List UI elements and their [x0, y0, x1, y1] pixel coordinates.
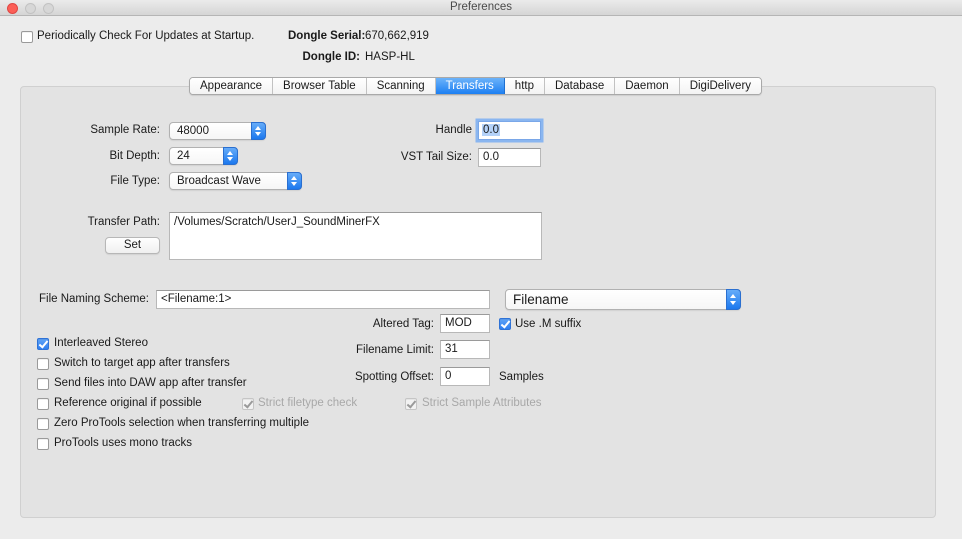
altered-tag-input[interactable]: MOD: [440, 314, 490, 333]
tab-scanning[interactable]: Scanning: [366, 78, 436, 94]
tab-transfers[interactable]: Transfers: [435, 78, 505, 94]
use-m-suffix-label: Use .M suffix: [515, 318, 582, 330]
zero-protools-selection-label: Zero ProTools selection when transferrin…: [54, 417, 310, 429]
altered-tag-label: Altered Tag:: [372, 318, 434, 330]
tab-database[interactable]: Database: [544, 78, 616, 94]
spotting-offset-label: Spotting Offset:: [354, 371, 434, 383]
naming-token-popup[interactable]: Filename: [505, 289, 741, 310]
interleaved-stereo-checkbox[interactable]: [37, 338, 49, 350]
protools-mono-checkbox[interactable]: [37, 438, 49, 450]
dongle-serial-value: 670,662,919: [365, 30, 429, 42]
naming-token-value: Filename: [513, 292, 569, 307]
filename-limit-label: Filename Limit:: [356, 344, 434, 356]
dongle-serial-label: Dongle Serial:: [288, 30, 366, 42]
popup-arrows-icon: [251, 122, 266, 140]
zero-protools-selection-checkbox[interactable]: [37, 418, 49, 430]
set-path-button[interactable]: Set: [105, 237, 160, 254]
tab-http[interactable]: http: [504, 78, 545, 94]
vst-tail-input[interactable]: 0.0: [478, 148, 541, 167]
dongle-id-label: Dongle ID:: [302, 51, 361, 63]
handle-input[interactable]: 0.0: [478, 121, 541, 140]
reference-original-label: Reference original if possible: [54, 397, 202, 409]
sample-rate-label: Sample Rate:: [90, 124, 160, 136]
bit-depth-label: Bit Depth:: [109, 150, 161, 162]
check-updates-checkbox[interactable]: [21, 31, 33, 43]
strict-filetype-label: Strict filetype check: [258, 397, 358, 409]
switch-target-app-label: Switch to target app after transfers: [54, 357, 230, 369]
spotting-offset-input[interactable]: 0: [440, 367, 490, 386]
popup-arrows-icon: [287, 172, 302, 190]
vst-tail-label: VST Tail Size:: [400, 151, 472, 163]
popup-arrows-icon: [726, 289, 741, 310]
filename-limit-input[interactable]: 31: [440, 340, 490, 359]
switch-target-app-checkbox[interactable]: [37, 358, 49, 370]
transfer-path-field[interactable]: /Volumes/Scratch/UserJ_SoundMinerFX: [169, 212, 542, 260]
tab-appearance[interactable]: Appearance: [190, 78, 274, 94]
tab-daemon[interactable]: Daemon: [615, 78, 680, 94]
window-title: Preferences: [449, 1, 512, 13]
bit-depth-popup[interactable]: 24: [169, 147, 238, 165]
check-updates-label: Periodically Check For Updates at Startu…: [37, 30, 255, 42]
use-m-suffix-checkbox[interactable]: [499, 318, 511, 330]
transfer-path-label: Transfer Path:: [87, 216, 160, 228]
sample-rate-popup[interactable]: 48000: [169, 122, 266, 140]
strict-sample-label: Strict Sample Attributes: [422, 397, 542, 409]
send-to-daw-label: Send files into DAW app after transfer: [54, 377, 247, 389]
dongle-id-value: HASP-HL: [365, 51, 415, 63]
file-type-value: Broadcast Wave: [177, 175, 261, 187]
title-bar: Preferences: [0, 0, 962, 16]
file-type-label: File Type:: [110, 175, 160, 187]
preferences-tabs: Appearance Browser Table Scanning Transf…: [189, 77, 763, 95]
naming-scheme-label: File Naming Scheme:: [39, 293, 149, 305]
tab-browser-table[interactable]: Browser Table: [273, 78, 367, 94]
strict-filetype-checkbox[interactable]: [242, 398, 254, 410]
strict-sample-checkbox[interactable]: [405, 398, 417, 410]
handle-label: Handle: [435, 124, 472, 136]
protools-mono-label: ProTools uses mono tracks: [54, 437, 193, 449]
naming-scheme-input[interactable]: <Filename:1>: [156, 290, 490, 309]
send-to-daw-checkbox[interactable]: [37, 378, 49, 390]
file-type-popup[interactable]: Broadcast Wave: [169, 172, 302, 190]
spotting-offset-unit: Samples: [499, 371, 544, 383]
popup-arrows-icon: [223, 147, 238, 165]
interleaved-stereo-label: Interleaved Stereo: [54, 337, 148, 349]
reference-original-checkbox[interactable]: [37, 398, 49, 410]
tab-digidelivery[interactable]: DigiDelivery: [679, 78, 762, 94]
bit-depth-value: 24: [177, 150, 190, 162]
sample-rate-value: 48000: [177, 125, 209, 137]
